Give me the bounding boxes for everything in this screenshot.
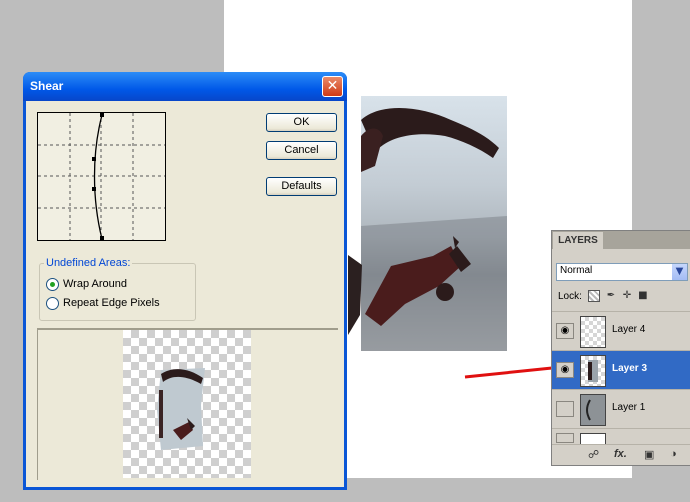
layer-name: Layer 3	[612, 363, 648, 374]
photo-wrap-sliver	[348, 255, 362, 335]
ok-button[interactable]: OK	[266, 113, 337, 132]
layer-thumbnail	[580, 316, 606, 348]
link-icon[interactable]: ☍	[588, 448, 599, 461]
layers-panel: LAYERS Normal ▼ Lock: ✒ ✛ ■ ◉ Layer 4 ◉ …	[551, 230, 690, 466]
wrap-around-radio[interactable]	[46, 277, 59, 291]
shear-curve[interactable]	[38, 113, 165, 240]
repeat-edge-radio[interactable]	[46, 296, 59, 310]
lock-transparent-icon[interactable]	[587, 290, 600, 302]
layer-thumbnail	[580, 355, 606, 387]
adjustment-icon[interactable]: ◑	[670, 448, 677, 460]
wrap-around-option[interactable]: Wrap Around	[46, 277, 127, 291]
lock-move-icon[interactable]: ✛	[622, 291, 632, 301]
visibility-toggle[interactable]	[556, 401, 574, 417]
lock-row: Lock: ✒ ✛ ■	[558, 289, 648, 303]
layer-row[interactable]: ◉ Layer 4	[552, 311, 690, 350]
undefined-areas-group	[39, 263, 196, 321]
shear-dialog: Shear ✕ OK Cancel Defaults Undefined Are…	[23, 72, 347, 490]
shear-curve-grid[interactable]	[37, 112, 166, 241]
layer-name: Layer 1	[612, 402, 646, 413]
layer-thumbnail	[580, 394, 606, 426]
eye-icon[interactable]: ◉	[556, 323, 574, 339]
layers-tab-bar: LAYERS	[552, 231, 690, 249]
eye-icon[interactable]: ◉	[556, 362, 574, 378]
undefined-areas-legend: Undefined Areas:	[44, 257, 133, 269]
close-button[interactable]: ✕	[322, 76, 343, 97]
mask-icon[interactable]: ▣	[644, 448, 654, 461]
layer-thumbnail-figure	[586, 399, 591, 421]
repeat-edge-option[interactable]: Repeat Edge Pixels	[46, 296, 160, 310]
sheared-photo	[361, 96, 507, 351]
shear-preview	[37, 328, 338, 480]
close-icon: ✕	[326, 78, 339, 94]
dialog-body: OK Cancel Defaults Undefined Areas: Wrap…	[26, 101, 344, 487]
blend-mode-value: Normal	[560, 265, 593, 276]
layers-footer: ☍ fx. ▣ ◑	[552, 444, 690, 465]
layer-row[interactable]: Layer 1	[552, 389, 690, 428]
preview-thumbnail	[157, 368, 205, 450]
dialog-title: Shear	[30, 79, 64, 93]
layer-row-selected[interactable]: ◉ Layer 3	[552, 350, 690, 389]
layer-thumbnail-figure	[588, 360, 598, 382]
blend-mode-select[interactable]: Normal ▼	[556, 263, 688, 281]
photo-figures	[361, 107, 507, 351]
lock-all-icon[interactable]: ■	[638, 291, 648, 301]
defaults-button[interactable]: Defaults	[266, 177, 337, 196]
lock-brush-icon[interactable]: ✒	[606, 291, 616, 301]
cancel-button[interactable]: Cancel	[266, 141, 337, 160]
chevron-down-icon[interactable]: ▼	[672, 264, 687, 280]
dialog-title-bar[interactable]: Shear ✕	[23, 72, 347, 101]
repeat-edge-label: Repeat Edge Pixels	[63, 297, 160, 309]
wrap-around-label: Wrap Around	[63, 278, 128, 290]
visibility-toggle[interactable]	[556, 433, 574, 443]
layers-tab[interactable]: LAYERS	[553, 232, 603, 249]
preview-transparency-grid	[123, 330, 251, 478]
layer-name: Layer 4	[612, 324, 646, 335]
lock-label: Lock:	[558, 290, 582, 302]
fx-icon[interactable]: fx.	[614, 448, 627, 460]
